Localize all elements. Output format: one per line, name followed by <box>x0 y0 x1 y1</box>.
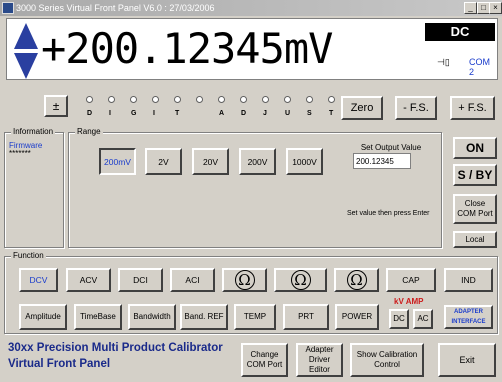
digit-adjust-letter: T <box>329 110 335 117</box>
up-down-arrows-icon[interactable] <box>13 22 39 80</box>
firmware-value: ******* <box>9 149 31 158</box>
digit-adjust-letter: U <box>285 110 292 117</box>
plus-minus-button[interactable]: ± <box>44 95 68 117</box>
set-value-hint: Set value then press Enter <box>347 210 430 217</box>
digit-radio[interactable] <box>86 96 93 103</box>
ohm-4-icon: Ω <box>290 270 311 290</box>
power-button[interactable]: POWER <box>335 304 379 330</box>
digit-radio[interactable] <box>196 96 203 103</box>
range-200v-button[interactable]: 200V <box>239 148 276 175</box>
kv-amp-label: kV AMP <box>394 297 424 306</box>
footer-subtitle: Virtual Front Panel <box>8 358 111 370</box>
function-legend: Function <box>11 251 46 260</box>
temp-button[interactable]: TEMP <box>234 304 276 330</box>
zero-button[interactable]: Zero <box>341 96 383 120</box>
digit-radio[interactable] <box>174 96 181 103</box>
output-value-input[interactable] <box>353 153 411 169</box>
plus-fs-button[interactable]: + F.S. <box>450 96 495 120</box>
adapter-driver-editor-button[interactable]: Adapter Driver Editor <box>296 343 343 377</box>
footer-title: 30xx Precision Multi Product Calibrator <box>8 342 223 354</box>
change-com-port-button[interactable]: Change COM Port <box>241 343 288 377</box>
digit-adjust-letter: A <box>219 110 226 117</box>
digit-adjust-letter: G <box>131 110 138 117</box>
ohm-6-icon: Ω <box>346 270 367 290</box>
digit-radio[interactable] <box>262 96 269 103</box>
range-20v-button[interactable]: 20V <box>192 148 229 175</box>
adapter-interface-button[interactable]: ADAPTER INTERFACE <box>444 305 493 329</box>
local-button[interactable]: Local <box>453 231 497 248</box>
range-200mv-button[interactable]: 200mV <box>99 148 136 175</box>
app-icon <box>2 2 14 14</box>
on-button[interactable]: ON <box>453 137 497 159</box>
ohm-2-icon: Ω <box>234 270 255 290</box>
digit-radio[interactable] <box>218 96 225 103</box>
mode-indicator: DC <box>425 23 495 41</box>
kv-ac-button[interactable]: AC <box>413 309 433 329</box>
ohm-4-wire-button[interactable]: Ω <box>274 268 327 292</box>
minus-fs-button[interactable]: - F.S. <box>395 96 437 120</box>
digit-adjust-letter: J <box>263 110 268 117</box>
prt-button[interactable]: PRT <box>283 304 329 330</box>
acv-button[interactable]: ACV <box>66 268 111 292</box>
digit-radio[interactable] <box>108 96 115 103</box>
reading-value: +200.12345mV <box>41 24 333 73</box>
show-calibration-control-button[interactable]: Show Calibration Control <box>350 343 424 377</box>
title-bar: 3000 Series Virtual Front Panel V6.0 : 2… <box>0 0 502 16</box>
ohm-6-wire-button[interactable]: Ω <box>334 268 379 292</box>
set-output-label: Set Output Value <box>360 143 422 152</box>
digit-radio[interactable] <box>152 96 159 103</box>
window-title: 3000 Series Virtual Front Panel V6.0 : 2… <box>16 3 215 13</box>
bandwidth-button[interactable]: Bandwidth <box>128 304 176 330</box>
digit-adjust-letter: D <box>87 110 94 117</box>
dci-button[interactable]: DCI <box>118 268 163 292</box>
cap-button[interactable]: CAP <box>386 268 436 292</box>
connector-icon: ⊣▯ <box>437 57 450 67</box>
main-display: +200.12345mV DC ⊣▯ COM 2 <box>6 18 498 80</box>
band-ref-button[interactable]: Band. REF <box>180 304 228 330</box>
information-group: Information Firmware ******* <box>4 127 64 248</box>
exit-button[interactable]: Exit <box>438 343 496 377</box>
ohm-2-wire-button[interactable]: Ω <box>222 268 267 292</box>
range-2v-button[interactable]: 2V <box>145 148 182 175</box>
amplitude-button[interactable]: Amplitude <box>19 304 67 330</box>
digit-radio[interactable] <box>240 96 247 103</box>
digit-adjust-letter: S <box>307 110 313 117</box>
digit-adjust-letter: D <box>241 110 248 117</box>
range-1000v-button[interactable]: 1000V <box>286 148 323 175</box>
dcv-button[interactable]: DCV <box>19 268 58 292</box>
digit-radio[interactable] <box>284 96 291 103</box>
digit-adjust-letter: I <box>153 110 156 117</box>
aci-button[interactable]: ACI <box>170 268 215 292</box>
minimize-button[interactable]: _ <box>464 2 477 14</box>
range-group: Range 200mV 2V 20V 200V 1000V Set Output… <box>68 127 442 248</box>
standby-button[interactable]: S / BY <box>453 164 497 186</box>
information-legend: Information <box>11 127 56 136</box>
digit-adjust-letter: I <box>109 110 112 117</box>
digit-radio[interactable] <box>328 96 335 103</box>
ind-button[interactable]: IND <box>444 268 493 292</box>
digit-adjust-letter: T <box>175 110 181 117</box>
digit-radio[interactable] <box>306 96 313 103</box>
close-window-button[interactable]: × <box>489 2 502 14</box>
kv-dc-button[interactable]: DC <box>389 309 409 329</box>
range-legend: Range <box>75 127 103 136</box>
digit-radio[interactable] <box>130 96 137 103</box>
com-port-label: COM 2 <box>469 57 490 77</box>
timebase-button[interactable]: TimeBase <box>74 304 122 330</box>
close-com-port-button[interactable]: Close COM Port <box>453 194 497 224</box>
